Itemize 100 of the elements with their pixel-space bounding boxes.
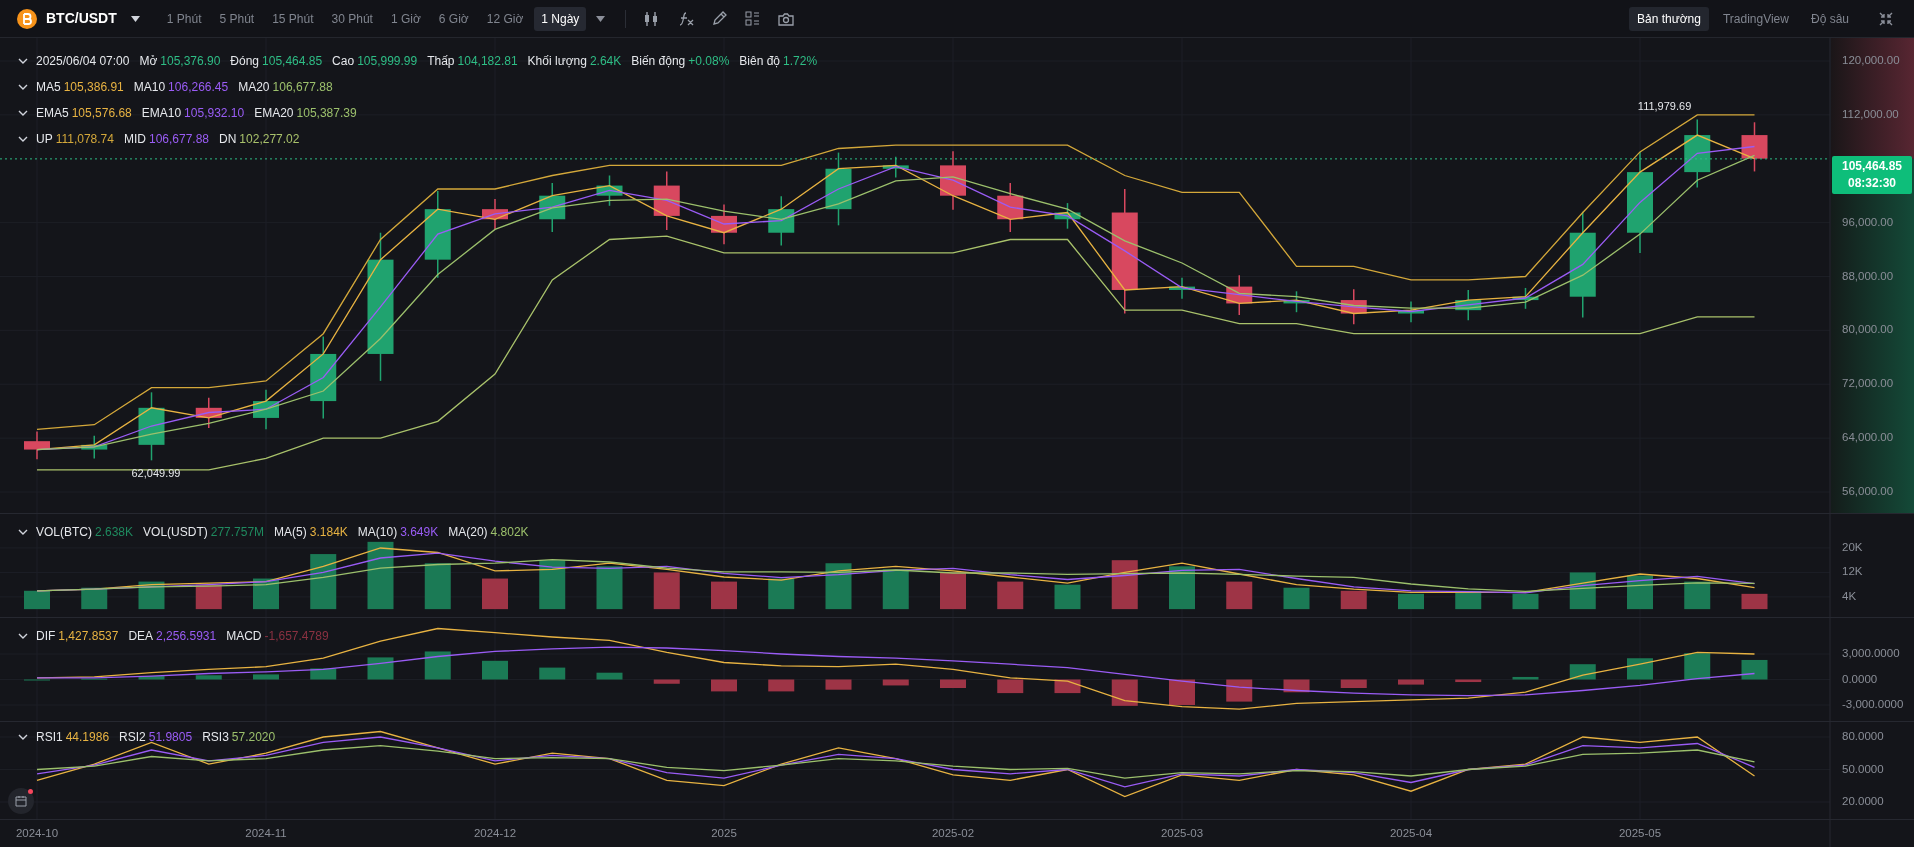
macd-bar bbox=[1340, 679, 1367, 688]
interval-tab[interactable]: 15 Phút bbox=[265, 6, 321, 31]
interval-tab[interactable]: 12 Giờ bbox=[479, 6, 531, 31]
legend-label: EMA20 bbox=[254, 105, 294, 122]
interval-tab[interactable]: 1 Giờ bbox=[383, 6, 428, 31]
interval-tab[interactable]: 30 Phút bbox=[324, 6, 380, 31]
legend-label: EMA5 bbox=[36, 105, 69, 122]
axis-label: 2024-12 bbox=[473, 827, 517, 840]
legend-value: 106,677.88 bbox=[272, 79, 333, 96]
price-annotation: 62,049.99 bbox=[131, 467, 181, 480]
legend-value: 3.649K bbox=[400, 524, 439, 541]
legend-value: 105,932.10 bbox=[184, 105, 245, 122]
axis-label: 2025-05 bbox=[1618, 827, 1662, 840]
chevron-icon[interactable] bbox=[18, 529, 28, 535]
caret-icon[interactable] bbox=[130, 15, 140, 22]
volume-bar bbox=[711, 581, 737, 610]
legend-label: MA20 bbox=[238, 79, 270, 96]
candlestick bbox=[482, 198, 508, 231]
countdown-timer: 08:32:30 bbox=[1847, 174, 1896, 192]
macd-bar bbox=[1512, 676, 1539, 680]
volume-bar bbox=[825, 563, 852, 610]
candlestick bbox=[768, 195, 795, 247]
volume-bar bbox=[138, 581, 165, 610]
legend-label: RSI3 bbox=[202, 729, 229, 746]
macd-bar bbox=[1398, 679, 1424, 685]
volume-bar bbox=[1169, 566, 1195, 610]
axis-label: 2025-03 bbox=[1160, 827, 1204, 840]
volume-bar bbox=[882, 569, 909, 610]
price-annotation: 111,979.69 bbox=[1637, 100, 1692, 113]
interval-tab[interactable]: 1 Ngày bbox=[534, 6, 587, 31]
axis-label: 64,000.00 bbox=[1842, 431, 1894, 444]
axis-label: 88,000.00 bbox=[1842, 269, 1894, 282]
caret-icon[interactable] bbox=[596, 15, 606, 22]
axis-label: 80,000.00 bbox=[1842, 323, 1894, 336]
axis-label: -3,000.0000 bbox=[1842, 698, 1904, 711]
volume-bar bbox=[768, 578, 795, 610]
chevron-icon[interactable] bbox=[18, 136, 28, 142]
macd-bar bbox=[882, 679, 909, 686]
volume-bar bbox=[596, 566, 623, 610]
interval-tab[interactable]: 1 Phút bbox=[159, 6, 209, 31]
legend-label: Khối lượng bbox=[527, 53, 587, 70]
macd-bar bbox=[825, 679, 852, 690]
chevron-icon[interactable] bbox=[18, 84, 28, 90]
legend-label: Biên độ bbox=[739, 53, 781, 70]
candlestick bbox=[253, 388, 279, 431]
legend-value: 51.9805 bbox=[148, 729, 193, 746]
layout-icon[interactable] bbox=[745, 11, 761, 26]
legend-value: 105,386.91 bbox=[63, 79, 124, 96]
view-tab[interactable]: TradingView bbox=[1714, 6, 1797, 31]
axis-label: 20.0000 bbox=[1842, 795, 1884, 808]
axis-label: 2025-02 bbox=[931, 827, 975, 840]
macd-bar bbox=[195, 675, 222, 680]
collapse-icon[interactable] bbox=[1879, 11, 1893, 26]
macd-bar bbox=[1054, 679, 1081, 694]
candlestick-icon[interactable] bbox=[644, 10, 659, 27]
candlestick bbox=[596, 174, 623, 207]
volume-bar bbox=[1512, 593, 1539, 610]
macd-bar bbox=[1569, 664, 1596, 680]
axis-label: 120,000.00 bbox=[1842, 54, 1900, 67]
chevron-icon[interactable] bbox=[18, 110, 28, 116]
volume-bar bbox=[1054, 584, 1081, 610]
axis-label: 112,000.00 bbox=[1842, 107, 1899, 120]
axis-label: 12K bbox=[1842, 565, 1863, 578]
chevron-icon[interactable] bbox=[18, 734, 28, 740]
legend-date: 2025/06/04 07:00 bbox=[36, 53, 130, 70]
candlestick bbox=[195, 396, 222, 429]
legend-value: 105,576.68 bbox=[71, 105, 132, 122]
interval-tab[interactable]: 5 Phút bbox=[212, 6, 262, 31]
legend-value: 105,376.90 bbox=[160, 53, 221, 70]
macd-bar bbox=[367, 657, 394, 680]
macd-bar bbox=[1226, 679, 1253, 702]
legend-value: 102,277.02 bbox=[239, 131, 300, 148]
interval-tab[interactable]: 6 Giờ bbox=[431, 6, 476, 31]
axis-label: 80.0000 bbox=[1842, 730, 1884, 742]
camera-icon[interactable] bbox=[778, 11, 795, 26]
legend-label: MACD bbox=[226, 628, 262, 645]
candlestick bbox=[1054, 202, 1081, 230]
legend-value: 1.72% bbox=[783, 53, 818, 70]
legend-value: 2,256.5931 bbox=[156, 628, 217, 645]
formula-icon[interactable] bbox=[678, 10, 695, 27]
macd-bar bbox=[1111, 679, 1138, 706]
coin-icon bbox=[17, 8, 37, 29]
view-tab[interactable]: Bản thường bbox=[1628, 6, 1709, 31]
view-tab[interactable]: Độ sâu bbox=[1802, 6, 1857, 31]
legend-label: MID bbox=[123, 131, 146, 148]
legend-value: 57.2020 bbox=[231, 729, 276, 746]
candlestick bbox=[1455, 289, 1482, 321]
volume-bar bbox=[539, 560, 566, 610]
macd-bar bbox=[1627, 658, 1653, 680]
volume-bar bbox=[424, 563, 451, 610]
axis-label: 0.0000 bbox=[1842, 672, 1878, 685]
pencil-icon[interactable] bbox=[712, 11, 728, 26]
legend-value: 2.64K bbox=[589, 53, 622, 70]
legend-value: 105,999.99 bbox=[357, 53, 418, 70]
chevron-icon[interactable] bbox=[18, 58, 28, 64]
chevron-icon[interactable] bbox=[18, 633, 28, 639]
candlestick bbox=[81, 435, 108, 460]
legend-label: DN bbox=[219, 131, 237, 148]
trading-pair[interactable]: BTC/USDT bbox=[46, 8, 117, 29]
calendar-button[interactable] bbox=[8, 788, 34, 814]
